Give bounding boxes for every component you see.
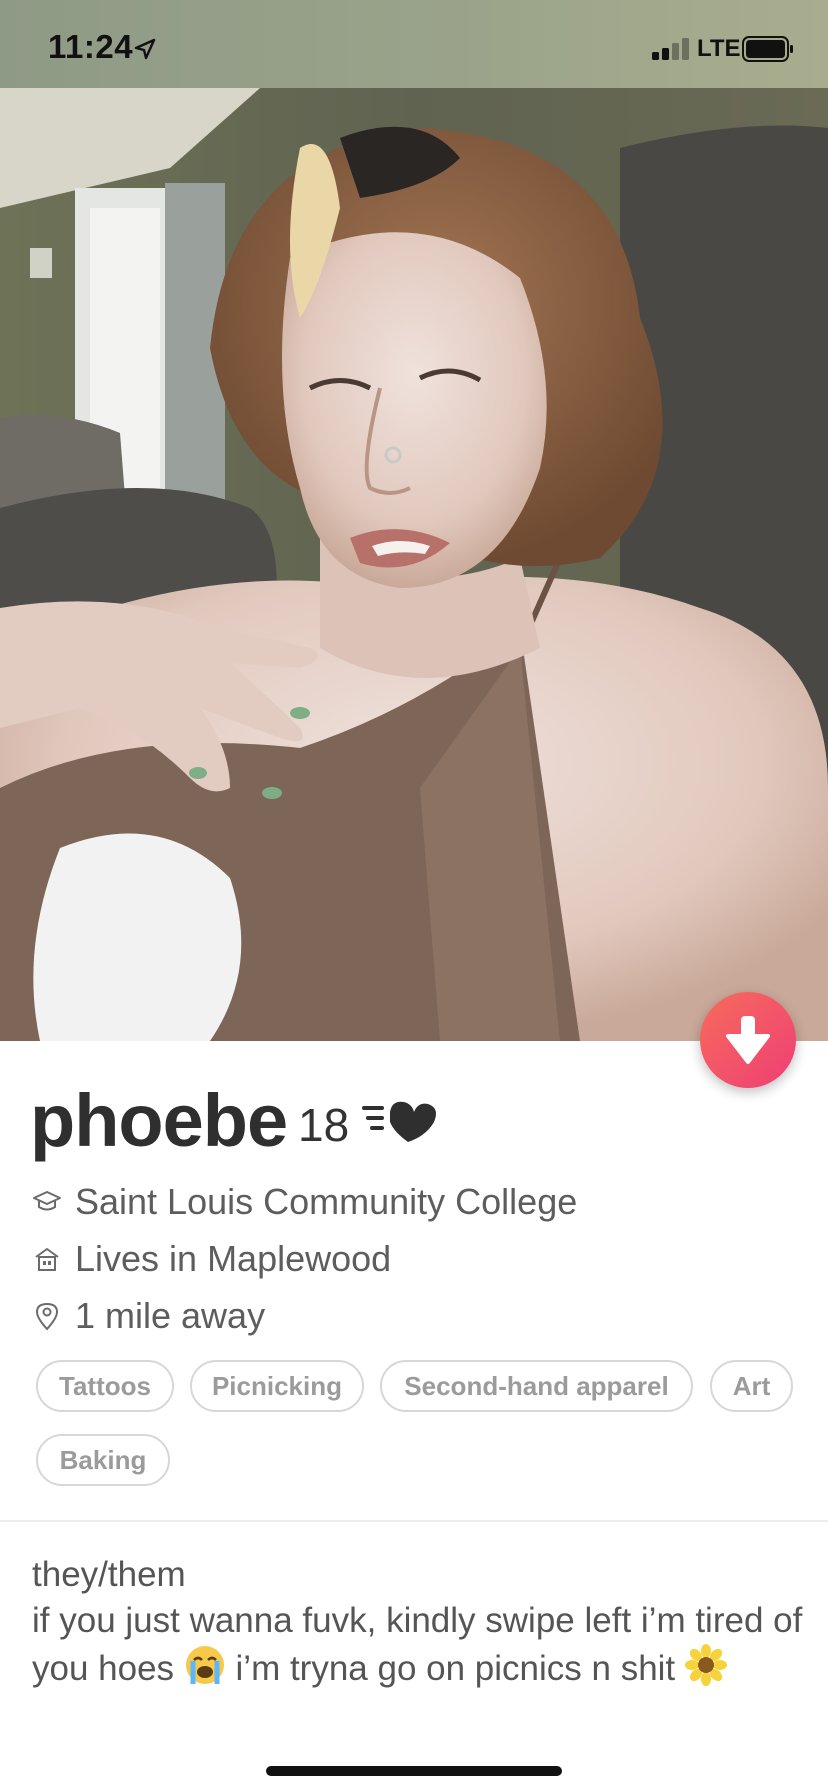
location-arrow-icon [134,38,156,60]
network-label: LTE [697,35,741,62]
bio-text-part-2: i’m tryna go on picnics n shit [225,1649,685,1688]
interest-chip-baking: Baking [36,1434,170,1486]
profile-photo-image [0,88,828,1041]
interest-chip-art: Art [710,1360,793,1412]
status-time: 11:24 [48,28,134,65]
crying-face-emoji [185,1646,224,1684]
signal-icon [652,38,689,60]
interest-chip-picnicking: Picnicking [190,1360,364,1412]
interest-chip-second-hand-apparel: Second-hand apparel [380,1360,693,1412]
status-bar: 11:24 LTE [0,0,828,88]
bio-pronouns: they/them [32,1555,186,1594]
detail-school-text: Saint Louis Community College [75,1181,578,1222]
battery-icon [742,36,793,62]
profile-bio: they/them if you just wanna fuvk, kindly… [32,1552,812,1692]
collapse-profile-button[interactable] [700,992,796,1088]
home-icon [35,1248,59,1271]
home-indicator[interactable] [266,1766,562,1776]
sunflower-emoji [684,1644,727,1686]
graduation-cap-icon [33,1191,61,1211]
interest-chip-tattoos: Tattoos [36,1360,174,1412]
detail-distance-text: 1 mile away [75,1295,266,1336]
location-pin-icon [35,1302,59,1331]
profile-age: 18 [298,1099,350,1151]
detail-residence-text: Lives in Maplewood [75,1238,392,1279]
profile-photo[interactable] [0,88,828,1041]
section-divider [0,1520,828,1522]
arrow-down-icon [726,1016,770,1064]
speed-heart-icon [362,1101,436,1142]
profile-name: phoebe [30,1079,288,1162]
bio-text: if you just wanna fuvk, kindly swipe lef… [32,1598,812,1692]
